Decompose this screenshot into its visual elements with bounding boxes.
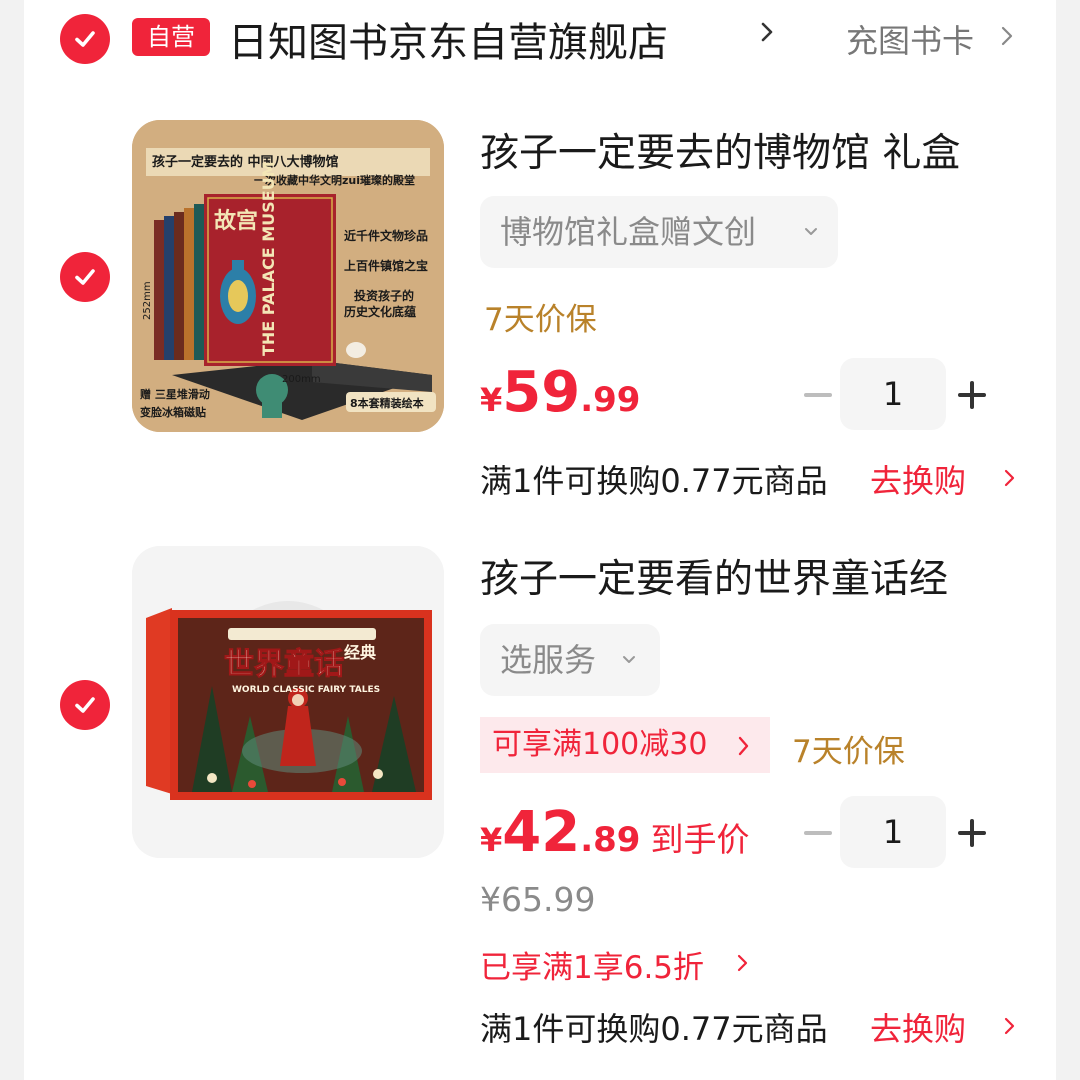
chevron-right-icon[interactable] bbox=[1002, 466, 1018, 490]
image-side-text4: 历史文化底蕴 bbox=[344, 304, 416, 319]
product-price: ¥42.89 到手价 bbox=[480, 800, 749, 865]
image-gift-text2: 变脸冰箱磁贴 bbox=[140, 405, 206, 419]
price-integer: 42 bbox=[502, 800, 581, 865]
swap-purchase-info: 满1件可换购0.77元商品 bbox=[480, 1010, 828, 1048]
decrease-quantity-button[interactable] bbox=[804, 393, 832, 397]
image-count-text: 8本套精装绘本 bbox=[350, 396, 424, 410]
self-operated-badge: 自营 bbox=[132, 18, 210, 56]
price-currency: ¥ bbox=[480, 381, 503, 419]
image-caption-line2: 一次收藏中华文明zui璀璨的殿堂 bbox=[254, 173, 415, 187]
spec-selector[interactable]: 博物馆礼盒赠文创 bbox=[480, 196, 838, 268]
quantity-input[interactable]: 1 bbox=[840, 796, 946, 868]
price-protection-label: 7天价保 bbox=[792, 734, 905, 770]
book-cover-title: 故宫 bbox=[214, 208, 258, 234]
image-dimension-height: 252mm bbox=[142, 281, 153, 320]
chevron-right-icon[interactable] bbox=[756, 18, 778, 46]
box-title: 世界童话 bbox=[224, 647, 344, 682]
product-title[interactable]: 孩子一定要看的世界童话经 bbox=[480, 548, 948, 604]
coupon-link[interactable]: 充图书卡 bbox=[846, 16, 974, 62]
chevron-right-icon bbox=[738, 736, 749, 756]
image-side-text1: 近千件文物珍品 bbox=[344, 228, 428, 243]
image-caption-line1: 孩子一定要去的 中国八大博物馆 bbox=[152, 154, 339, 170]
item-select-checkbox[interactable] bbox=[60, 252, 110, 302]
product-price: ¥59.99 bbox=[480, 360, 640, 425]
increase-quantity-button[interactable] bbox=[958, 381, 986, 409]
price-integer: 59 bbox=[502, 360, 581, 425]
image-side-text3: 投资孩子的 bbox=[354, 288, 414, 303]
spec-selector-label: 博物馆礼盒赠文创 bbox=[500, 213, 757, 251]
discount-applied-link[interactable]: 已享满1享6.5折 bbox=[480, 942, 704, 987]
promo-tag[interactable]: 可享满100减30 bbox=[480, 717, 770, 773]
swap-purchase-info: 满1件可换购0.77元商品 bbox=[480, 462, 828, 500]
box-title-suffix: 经典 bbox=[344, 643, 376, 662]
discount-applied-label: 已享满1享6.5折 bbox=[480, 950, 705, 986]
image-gift-text1: 赠 三星堆滑动 bbox=[140, 387, 210, 401]
decrease-quantity-button[interactable] bbox=[804, 831, 832, 835]
fairy-tale-box-illustration: 世界童话 经典 WORLD CLASSIC FAIRY TALES bbox=[132, 546, 444, 858]
price-protection-label: 7天价保 bbox=[484, 302, 597, 338]
service-selector[interactable]: 选服务 bbox=[480, 624, 660, 696]
shop-name-link[interactable]: 日知图书京东自营旗舰店 bbox=[228, 10, 668, 68]
chevron-down-icon bbox=[623, 656, 635, 663]
check-icon bbox=[75, 31, 95, 47]
box-english-title: WORLD CLASSIC FAIRY TALES bbox=[232, 685, 380, 695]
image-side-text2: 上百件镇馆之宝 bbox=[344, 258, 428, 273]
chevron-right-icon[interactable] bbox=[736, 952, 750, 974]
increase-quantity-button[interactable] bbox=[958, 819, 986, 847]
chevron-right-icon[interactable] bbox=[998, 24, 1016, 48]
check-icon bbox=[75, 269, 95, 285]
final-price-tag: 到手价 bbox=[650, 820, 750, 859]
chevron-down-icon bbox=[805, 228, 817, 235]
original-price: ¥65.99 bbox=[480, 880, 596, 919]
swap-purchase-link[interactable]: 去换购 bbox=[870, 1004, 966, 1050]
product-title[interactable]: 孩子一定要去的博物馆 礼盒 bbox=[480, 122, 960, 178]
quantity-input[interactable]: 1 bbox=[840, 358, 946, 430]
promo-tag-label: 可享满100减30 bbox=[492, 727, 708, 762]
book-cover-english: THE PALACE MUSEUM bbox=[259, 161, 278, 356]
image-dimension-width: 200mm bbox=[282, 374, 321, 385]
check-icon bbox=[75, 697, 95, 713]
shop-select-checkbox[interactable] bbox=[60, 14, 110, 64]
product-image-museum-box[interactable]: 孩子一定要去的 中国八大博物馆 一次收藏中华文明zui璀璨的殿堂 故宫 THE … bbox=[132, 120, 444, 432]
service-selector-label: 选服务 bbox=[500, 641, 597, 679]
price-decimal: .99 bbox=[580, 380, 641, 420]
swap-purchase-link[interactable]: 去换购 bbox=[870, 456, 966, 502]
chevron-right-icon[interactable] bbox=[1002, 1014, 1018, 1038]
museum-gift-box-illustration: 孩子一定要去的 中国八大博物馆 一次收藏中华文明zui璀璨的殿堂 故宫 THE … bbox=[132, 120, 444, 432]
item-select-checkbox[interactable] bbox=[60, 680, 110, 730]
price-currency: ¥ bbox=[480, 821, 503, 859]
product-image-fairy-tales-box[interactable]: 世界童话 经典 WORLD CLASSIC FAIRY TALES bbox=[132, 546, 444, 858]
price-decimal: .89 bbox=[580, 820, 641, 860]
